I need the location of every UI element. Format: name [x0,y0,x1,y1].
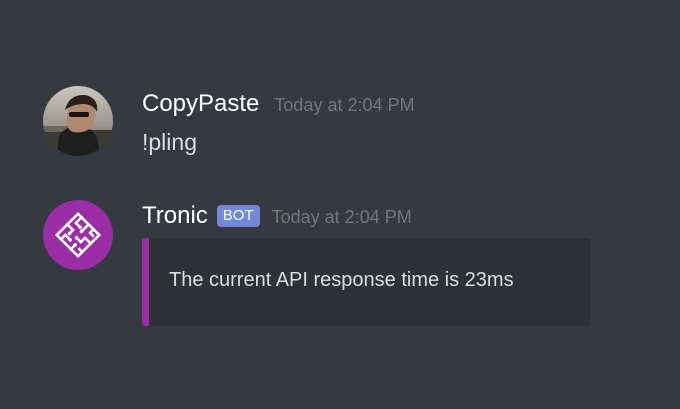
embed-description: The current API response time is 23ms [169,269,514,291]
bot-badge: BOT [216,204,260,227]
message-header: CopyPaste Today at 2:04 PM [142,86,415,123]
user-avatar[interactable] [43,86,113,156]
username[interactable]: Tronic [142,198,208,234]
message-embed: The current API response time is 23ms [142,238,591,326]
bot-avatar[interactable] [43,200,113,270]
user-photo-avatar-icon [43,86,113,156]
timestamp: Today at 2:04 PM [274,95,415,115]
message-header: Tronic BOT Today at 2:04 PM [142,198,412,235]
timestamp: Today at 2:04 PM [271,207,412,227]
circuit-logo-avatar-icon [43,200,113,270]
message-content: !pling [142,129,197,155]
username[interactable]: CopyPaste [142,86,259,122]
